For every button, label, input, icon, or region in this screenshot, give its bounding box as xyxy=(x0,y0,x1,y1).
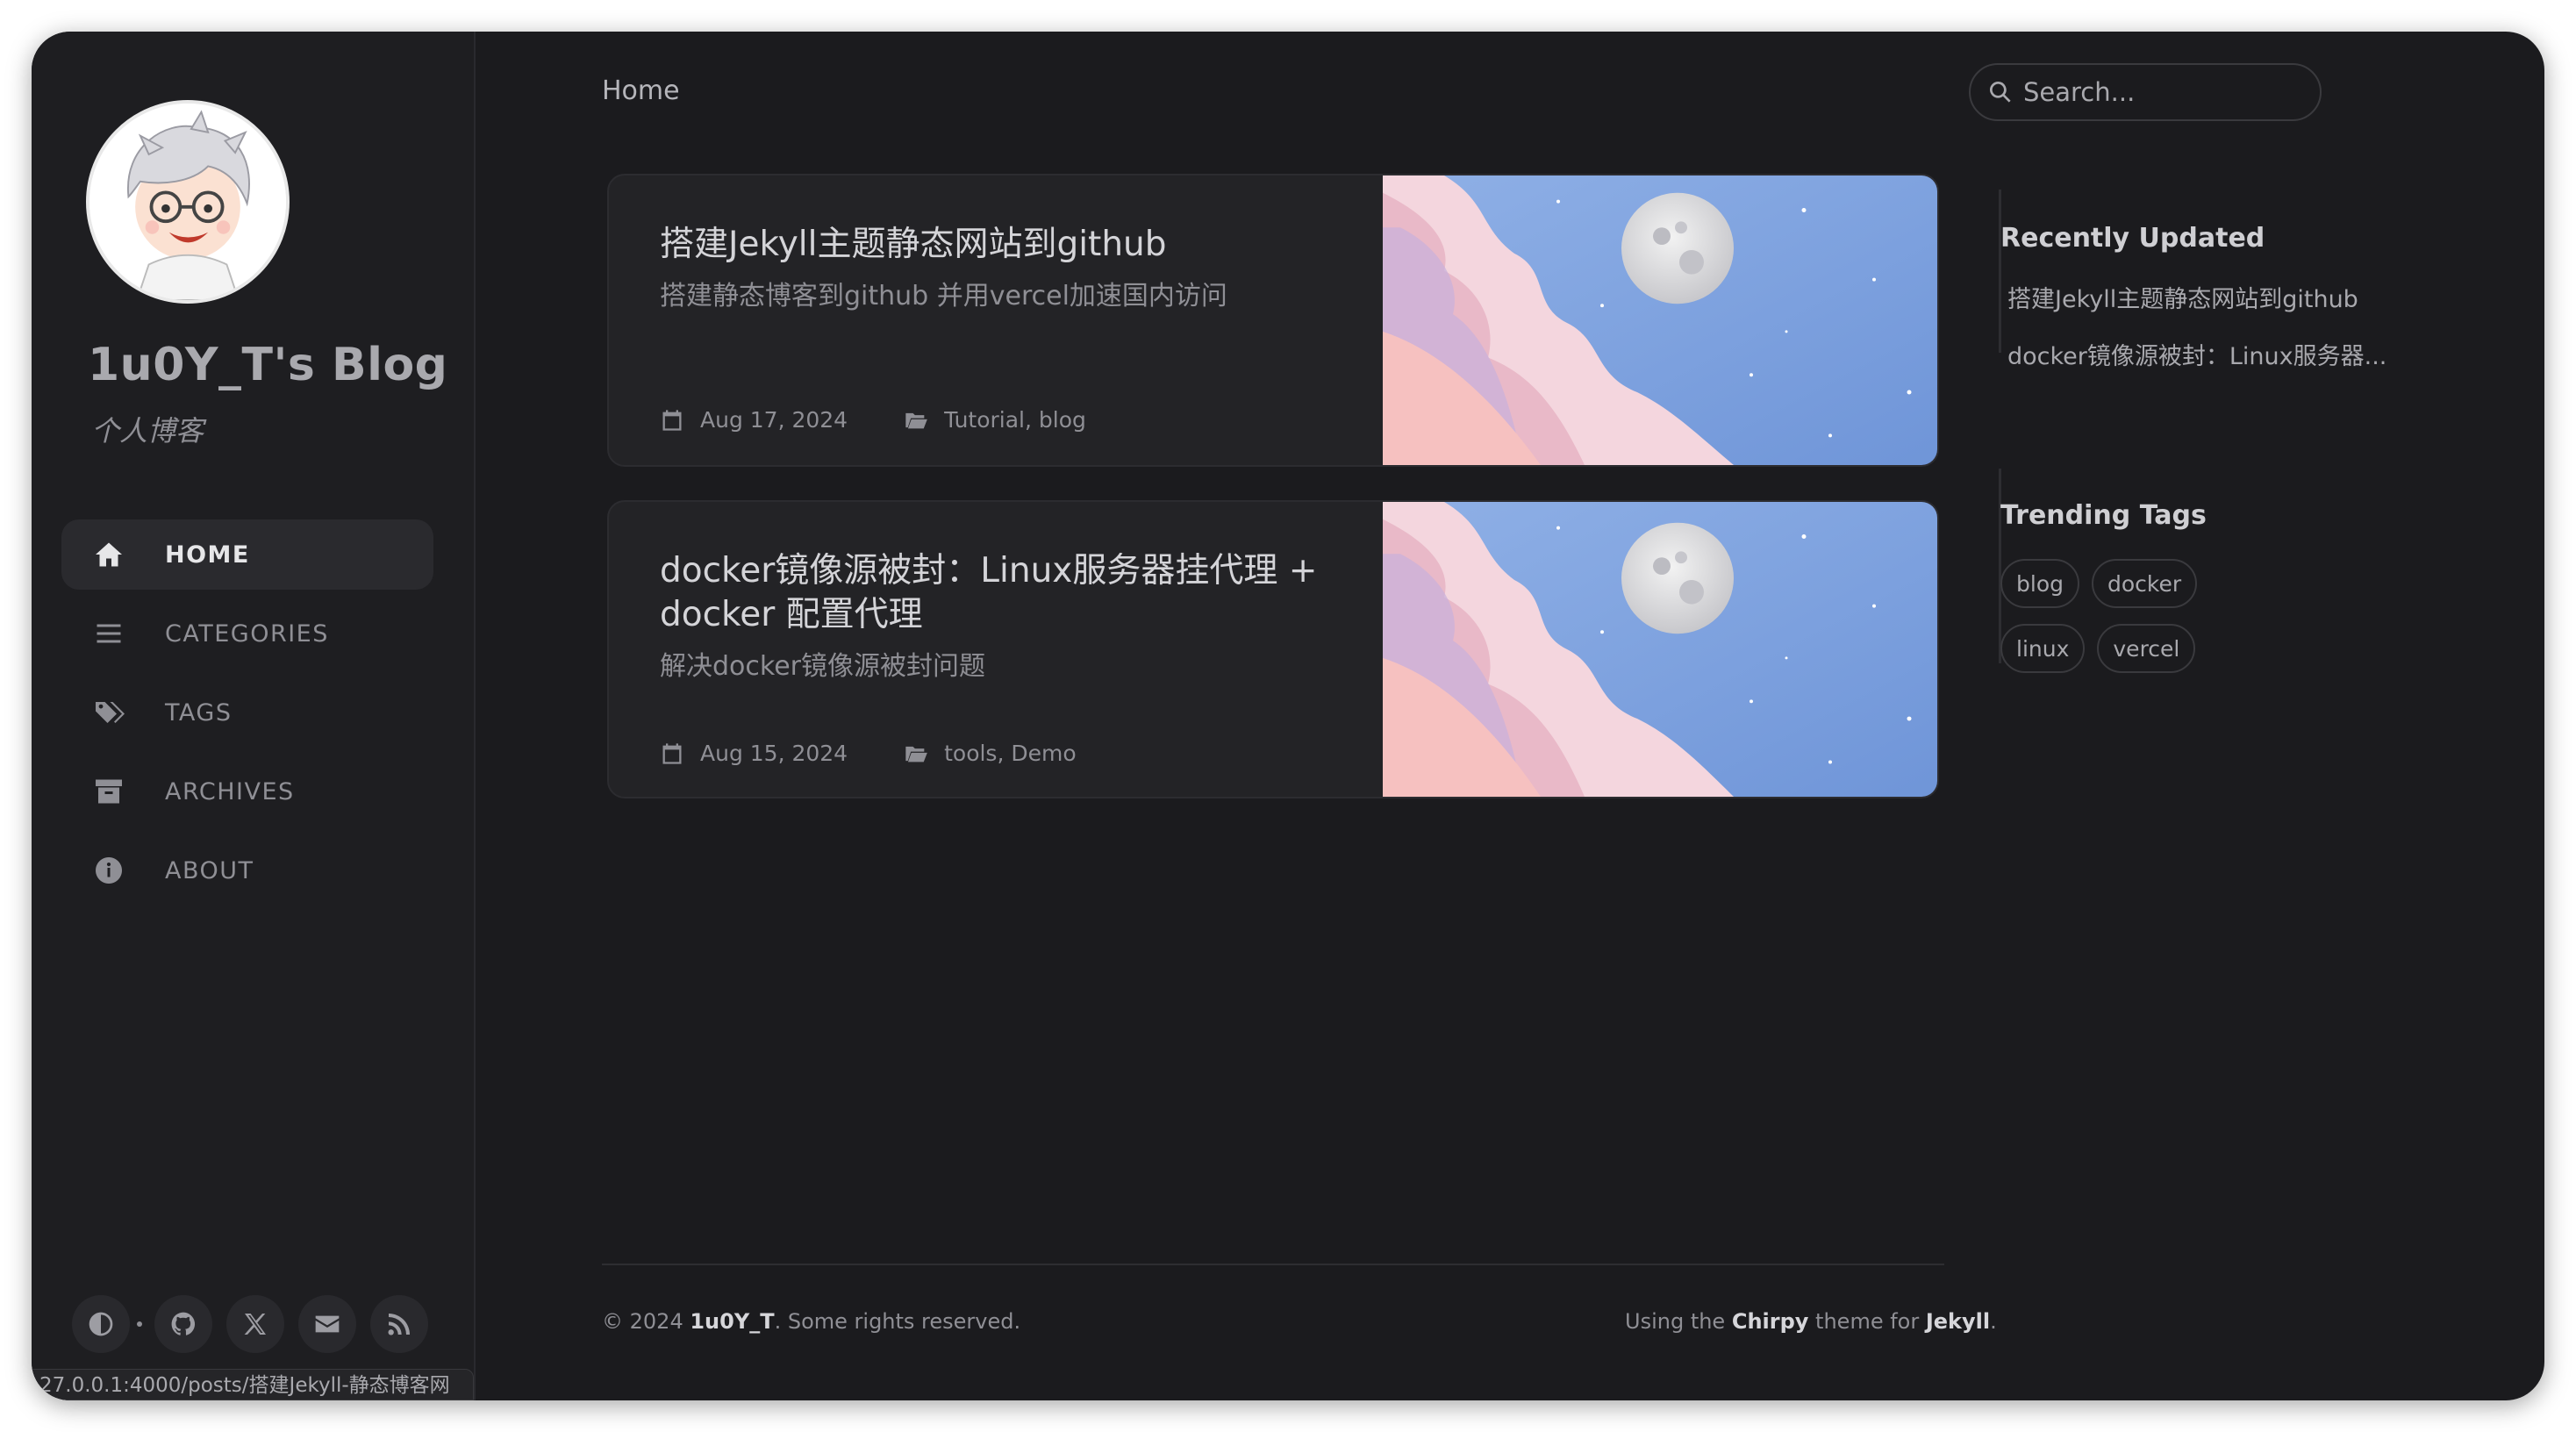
engine-link[interactable]: Jekyll xyxy=(1926,1309,1990,1334)
nav-label-archives: ARCHIVES xyxy=(165,777,295,806)
info-icon xyxy=(89,851,128,890)
post-categories[interactable]: Tutorial, blog xyxy=(944,407,1086,433)
nav-item-tags[interactable]: TAGS xyxy=(61,677,433,748)
list-icon xyxy=(89,614,128,653)
post-categories[interactable]: tools, Demo xyxy=(944,741,1077,766)
home-icon xyxy=(89,535,128,574)
calendar-icon xyxy=(660,408,684,433)
sidebar: 1u0Y_T's Blog 个人博客 HOME CATEGORIES TAGS xyxy=(32,32,476,1400)
nav-label-about: ABOUT xyxy=(165,856,254,884)
footer-divider xyxy=(602,1264,1944,1265)
theme-link[interactable]: Chirpy xyxy=(1732,1309,1809,1334)
post-meta: Aug 17, 2024 Tutorial, blog xyxy=(660,407,1086,433)
theme-toggle-icon xyxy=(89,1312,113,1336)
post-meta: Aug 15, 2024 tools, Demo xyxy=(660,741,1077,766)
tag-docker[interactable]: docker xyxy=(2091,559,2198,608)
copyright-prefix: © 2024 xyxy=(602,1309,691,1334)
copyright-suffix: . Some rights reserved. xyxy=(774,1309,1021,1334)
credits-suffix: . xyxy=(1990,1309,1997,1334)
nav-label-tags: TAGS xyxy=(165,698,233,727)
credits-mid: theme for xyxy=(1808,1309,1926,1334)
moon-clouds-illustration xyxy=(1383,175,1937,465)
footer-credits: Using the Chirpy theme for Jekyll. xyxy=(1625,1309,1997,1334)
post-description: 搭建静态博客到github 并用vercel加速国内访问 xyxy=(660,281,1227,311)
nav-label-categories: CATEGORIES xyxy=(165,619,329,648)
tag-blog[interactable]: blog xyxy=(2000,559,2079,608)
nav-item-home[interactable]: HOME xyxy=(61,519,433,590)
footer-author-link[interactable]: 1u0Y_T xyxy=(690,1309,774,1334)
nav-item-categories[interactable]: CATEGORIES xyxy=(61,598,433,669)
x-link[interactable] xyxy=(226,1295,284,1353)
post-date: Aug 15, 2024 xyxy=(700,741,848,766)
theme-toggle-button[interactable] xyxy=(72,1295,130,1353)
separator-dot xyxy=(137,1321,142,1327)
mail-icon xyxy=(315,1315,340,1333)
moon-clouds-illustration xyxy=(1383,502,1937,797)
folder-open-icon xyxy=(904,408,928,433)
github-link[interactable] xyxy=(154,1295,212,1353)
nav-item-archives[interactable]: ARCHIVES xyxy=(61,756,433,827)
x-icon xyxy=(244,1314,266,1335)
folder-open-icon xyxy=(904,741,928,766)
post-card[interactable]: 搭建Jekyll主题静态网站到github 搭建静态博客到github 并用ve… xyxy=(607,174,1939,467)
trending-tags-heading: Trending Tags xyxy=(2000,500,2207,531)
site-subtitle: 个人博客 xyxy=(91,414,204,448)
nav-item-about[interactable]: ABOUT xyxy=(61,835,433,906)
trending-tags-panel: Trending Tags blog docker linux vercel xyxy=(2000,500,2290,673)
search-box[interactable] xyxy=(1969,63,2322,121)
browser-window: 1u0Y_T's Blog 个人博客 HOME CATEGORIES TAGS xyxy=(32,32,2544,1400)
post-preview-image[interactable] xyxy=(1383,175,1937,465)
post-preview-image[interactable] xyxy=(1383,502,1937,797)
recently-updated-heading: Recently Updated xyxy=(2000,223,2265,254)
recently-updated-panel: Recently Updated 搭建Jekyll主题静态网站到github d… xyxy=(2000,223,2386,371)
tag-vercel[interactable]: vercel xyxy=(2097,624,2196,673)
rss-icon xyxy=(388,1314,410,1335)
avatar-illustration xyxy=(89,104,286,300)
post-title[interactable]: docker镜像源被封：Linux服务器挂代理 + docker 配置代理 xyxy=(660,549,1332,637)
sidebar-nav: HOME CATEGORIES TAGS ARCHIVES ABOUT xyxy=(61,519,433,914)
search-input[interactable] xyxy=(2023,77,2304,107)
archive-icon xyxy=(89,772,128,811)
status-bar-url: 27.0.0.1:4000/posts/搭建Jekyll-静态博客网站/ xyxy=(32,1369,474,1400)
github-icon xyxy=(171,1312,196,1335)
post-description: 解决docker镜像源被封问题 xyxy=(660,651,985,682)
nav-label-home: HOME xyxy=(165,541,250,569)
tag-list: blog docker linux vercel xyxy=(2000,559,2290,673)
recent-post-link[interactable]: 搭建Jekyll主题静态网站到github xyxy=(2000,280,2386,314)
tag-linux[interactable]: linux xyxy=(2000,624,2086,673)
post-date: Aug 17, 2024 xyxy=(700,407,848,433)
tags-icon xyxy=(89,693,128,732)
recent-post-link[interactable]: docker镜像源被封：Linux服务器... xyxy=(2000,337,2386,371)
breadcrumb: Home xyxy=(602,75,680,106)
email-link[interactable] xyxy=(298,1295,356,1353)
footer-copyright: © 2024 1u0Y_T. Some rights reserved. xyxy=(602,1309,1020,1334)
search-icon xyxy=(1990,82,2011,103)
credits-prefix: Using the xyxy=(1625,1309,1732,1334)
post-title[interactable]: 搭建Jekyll主题静态网站到github xyxy=(660,223,1332,267)
calendar-icon xyxy=(660,741,684,766)
rss-link[interactable] xyxy=(370,1295,428,1353)
site-title[interactable]: 1u0Y_T's Blog xyxy=(88,339,447,391)
post-card[interactable]: docker镜像源被封：Linux服务器挂代理 + docker 配置代理 解决… xyxy=(607,500,1939,798)
sidebar-bottom-links xyxy=(72,1295,442,1353)
avatar[interactable] xyxy=(86,100,290,304)
